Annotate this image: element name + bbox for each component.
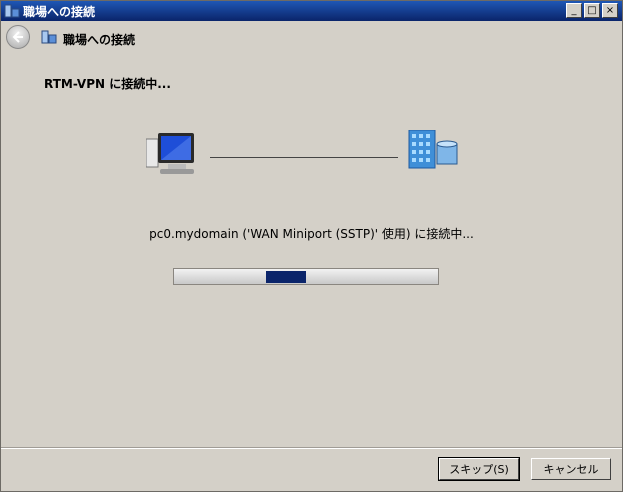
progress-bar <box>173 268 439 285</box>
navigation-bar: 職場への接続 <box>1 21 622 54</box>
connection-line <box>210 157 398 158</box>
network-icon <box>4 4 20 18</box>
progress-fill <box>266 271 306 283</box>
connection-status-text: pc0.mydomain ('WAN Miniport (SSTP)' 使用) … <box>149 227 474 241</box>
network-icon <box>41 30 57 44</box>
connect-dialog-window: 職場への接続 _ □ × 職場への接続 RTM-VPN に接続中... pc0.… <box>0 0 623 492</box>
connection-heading: RTM-VPN に接続中... <box>44 77 171 91</box>
computer-icon <box>146 133 194 174</box>
server-icon <box>408 130 458 169</box>
back-arrow-icon <box>12 31 23 43</box>
back-button[interactable] <box>6 25 30 49</box>
maximize-button[interactable]: □ <box>584 3 600 18</box>
close-button[interactable]: × <box>602 3 618 18</box>
minimize-button[interactable]: _ <box>566 3 582 18</box>
nav-title: 職場への接続 <box>63 33 136 47</box>
title-bar[interactable]: 職場への接続 _ □ × <box>1 1 622 21</box>
window-title: 職場への接続 <box>23 5 96 19</box>
skip-button[interactable]: スキップ(S) <box>438 457 520 481</box>
footer-separator <box>1 447 622 449</box>
cancel-button[interactable]: キャンセル <box>531 458 611 480</box>
